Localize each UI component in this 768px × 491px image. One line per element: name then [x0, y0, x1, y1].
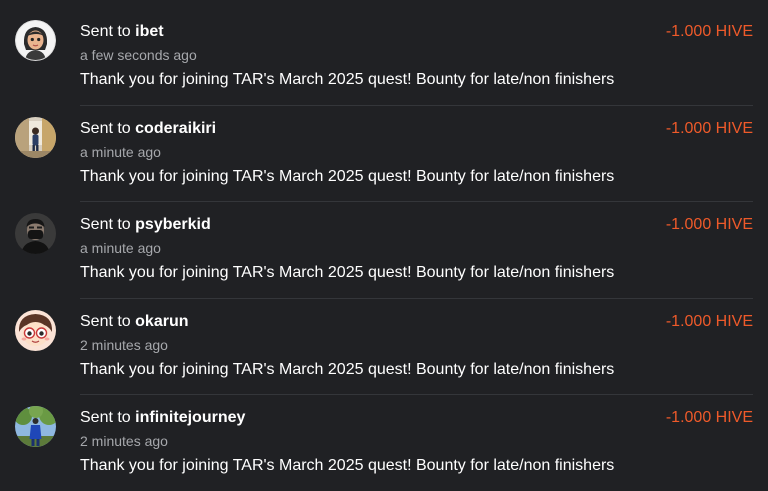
- transfer-timestamp: a minute ago: [80, 240, 161, 256]
- recipient-username-link[interactable]: infinitejourney: [135, 409, 245, 426]
- transfer-prefix: Sent to: [80, 409, 131, 426]
- transfer-prefix: Sent to: [80, 120, 131, 137]
- transfer-memo: Thank you for joining TAR's March 2025 q…: [80, 361, 615, 378]
- transfer-memo: Thank you for joining TAR's March 2025 q…: [80, 168, 615, 185]
- transfer-prefix: Sent to: [80, 23, 131, 40]
- transfer-row: Sent to coderaikiri a minute ago Thank y…: [0, 105, 768, 201]
- transfer-amount: -1.000 HIVE: [665, 23, 753, 40]
- transfer-amount: -1.000 HIVE: [665, 216, 753, 233]
- anime-character-avatar-icon[interactable]: [15, 310, 56, 351]
- recipient-username-link[interactable]: okarun: [135, 313, 188, 330]
- transfer-timestamp: a few seconds ago: [80, 47, 197, 63]
- transfer-title: Sent to ibet: [80, 22, 164, 42]
- transfer-row: Sent to infinitejourney 2 minutes ago Th…: [0, 394, 768, 490]
- transfer-prefix: Sent to: [80, 313, 131, 330]
- transfer-memo: Thank you for joining TAR's March 2025 q…: [80, 457, 615, 474]
- transfer-row: Sent to psyberkid a minute ago Thank you…: [0, 201, 768, 297]
- transfer-row: Sent to ibet a few seconds ago Thank you…: [0, 8, 768, 104]
- transfer-memo: Thank you for joining TAR's March 2025 q…: [80, 71, 615, 88]
- transfer-timestamp: a minute ago: [80, 144, 161, 160]
- transfer-timestamp: 2 minutes ago: [80, 433, 168, 449]
- transfer-amount: -1.000 HIVE: [665, 409, 753, 426]
- recipient-username-link[interactable]: ibet: [135, 23, 163, 40]
- transfer-title: Sent to coderaikiri: [80, 119, 216, 139]
- cartoon-girl-avatar-icon[interactable]: [15, 20, 56, 61]
- transfer-amount: -1.000 HIVE: [665, 120, 753, 137]
- transfer-amount: -1.000 HIVE: [665, 313, 753, 330]
- recipient-username-link[interactable]: coderaikiri: [135, 120, 216, 137]
- transfer-row: Sent to okarun 2 minutes ago Thank you f…: [0, 298, 768, 394]
- transfer-title: Sent to okarun: [80, 312, 189, 332]
- transfer-history-list: Sent to ibet a few seconds ago Thank you…: [0, 0, 768, 491]
- transfer-prefix: Sent to: [80, 216, 131, 233]
- transfer-memo: Thank you for joining TAR's March 2025 q…: [80, 264, 615, 281]
- person-photo-avatar-icon[interactable]: [15, 117, 56, 158]
- transfer-timestamp: 2 minutes ago: [80, 337, 168, 353]
- person-outdoors-avatar-icon[interactable]: [15, 406, 56, 447]
- masked-person-avatar-icon[interactable]: [15, 213, 56, 254]
- transfer-title: Sent to psyberkid: [80, 215, 211, 235]
- recipient-username-link[interactable]: psyberkid: [135, 216, 211, 233]
- transfer-title: Sent to infinitejourney: [80, 408, 245, 428]
